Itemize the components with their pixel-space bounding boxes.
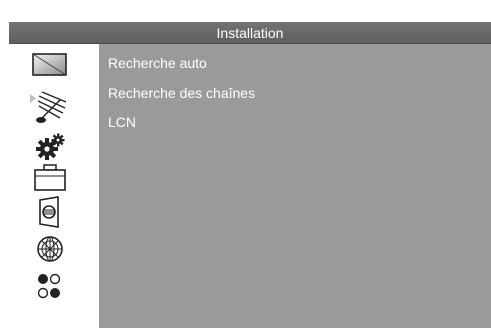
menu-item-channel-search[interactable]: Recherche des chaînes bbox=[108, 82, 255, 104]
sidebar-item-tools[interactable] bbox=[9, 160, 99, 191]
menu-item-lcn[interactable]: LCN bbox=[108, 111, 136, 133]
sidebar-item-sound[interactable] bbox=[9, 196, 99, 228]
antenna-dish-icon bbox=[36, 91, 67, 123]
briefcase-icon bbox=[34, 164, 66, 191]
sidebar-item-language[interactable] bbox=[9, 234, 99, 264]
sidebar-item-installation[interactable] bbox=[9, 91, 99, 123]
sidebar-item-settings[interactable] bbox=[9, 130, 99, 160]
sidebar-item-extras[interactable] bbox=[9, 270, 99, 300]
installation-screen: Installation Recherche auto Recherche de… bbox=[9, 22, 491, 328]
page-title: Installation bbox=[9, 22, 491, 44]
gears-icon bbox=[36, 133, 65, 160]
sidebar-item-picture[interactable] bbox=[9, 48, 99, 78]
speaker-icon bbox=[39, 196, 59, 228]
tv-picture-icon bbox=[32, 53, 67, 76]
chevron-right-icon bbox=[30, 94, 36, 103]
menu-item-auto-search[interactable]: Recherche auto bbox=[108, 52, 207, 74]
color-dots-icon bbox=[37, 273, 61, 299]
globe-icon bbox=[37, 236, 63, 262]
sidebar bbox=[9, 44, 99, 328]
